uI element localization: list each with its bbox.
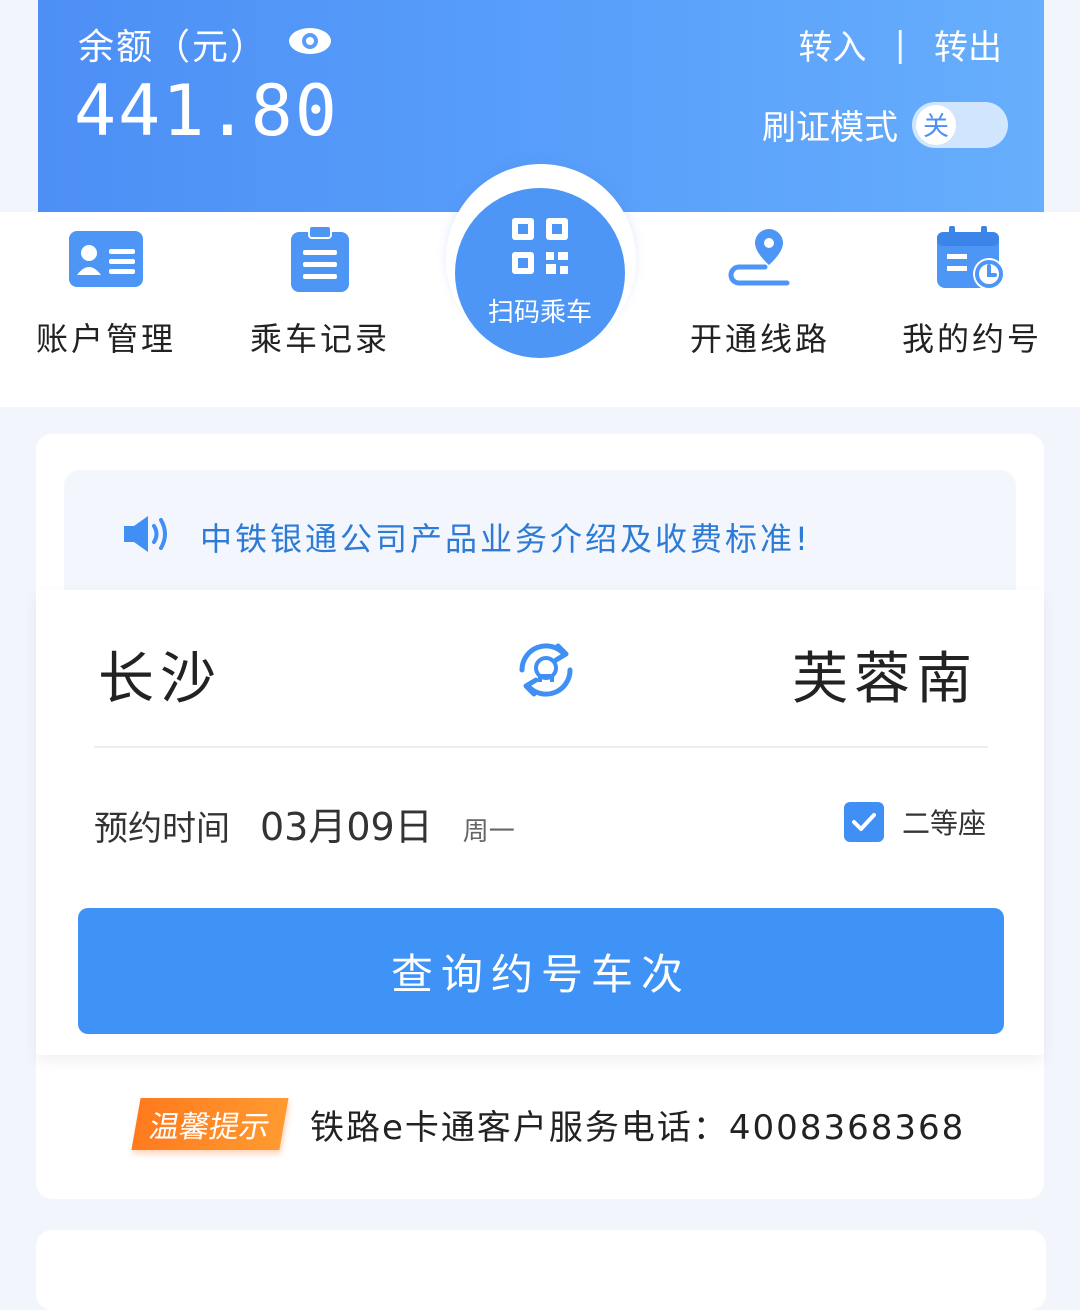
quick-ride-records[interactable]: 乘车记录	[220, 226, 420, 360]
reservation-date-row[interactable]: 预约时间 03月09日 周一	[94, 796, 515, 851]
link-separator: |	[894, 24, 906, 65]
tip-badge: 温馨提示	[131, 1098, 289, 1150]
divider	[94, 746, 988, 748]
reservation-date: 03月09日	[260, 805, 433, 849]
quick-account-management[interactable]: 账户管理	[6, 226, 206, 360]
id-scan-mode-toggle[interactable]: 关	[912, 101, 1008, 148]
qr-code-icon	[512, 218, 568, 274]
id-card-icon	[69, 231, 143, 287]
swap-stations-icon[interactable]	[510, 634, 582, 706]
tip-row: 温馨提示 铁路e卡通客户服务电话：4008368368	[131, 1098, 965, 1150]
transfer-in-link[interactable]: 转入	[799, 20, 867, 69]
route-panel: 长沙 芙蓉南 预约时间 03月09日 周一 二等座 查询约号车次	[36, 590, 1044, 1055]
quick-label: 开通线路	[689, 320, 830, 358]
check-icon[interactable]	[843, 802, 884, 842]
reservation-card: 中铁银通公司产品业务介绍及收费标准! 长沙 芙蓉南 预约时间 03月09日 周一…	[36, 434, 1044, 1199]
quick-label: 我的约号	[901, 320, 1042, 358]
toggle-knob: 关	[916, 104, 956, 145]
quick-label: 账户管理	[35, 320, 176, 358]
quick-open-routes[interactable]: 开通线路	[660, 226, 860, 360]
calendar-clock-icon	[937, 226, 1005, 290]
id-scan-mode-row: 刷证模式 关	[762, 100, 1008, 149]
service-hotline-text[interactable]: 铁路e卡通客户服务电话：4008368368	[310, 1100, 965, 1149]
balance-label: 余额（元）	[78, 27, 269, 68]
notice-text: 中铁银通公司产品业务介绍及收费标准!	[200, 520, 811, 558]
transfer-links: 转入 | 转出	[799, 20, 1002, 69]
query-trains-button[interactable]: 查询约号车次	[78, 908, 1004, 1034]
quick-label: 乘车记录	[249, 320, 390, 358]
seat-class-label: 二等座	[901, 807, 986, 840]
bottom-card	[36, 1230, 1046, 1310]
clipboard-icon	[291, 226, 349, 292]
id-scan-mode-label: 刷证模式	[762, 108, 898, 148]
balance-value: 441.80	[74, 70, 339, 152]
reservation-weekday: 周一	[462, 817, 515, 847]
reservation-time-label: 预约时间	[94, 809, 230, 849]
arrival-station[interactable]: 芙蓉南	[792, 634, 978, 715]
transfer-out-link[interactable]: 转出	[934, 20, 1002, 69]
speaker-icon	[124, 516, 167, 552]
eye-icon[interactable]	[288, 24, 332, 58]
scan-to-ride-button[interactable]: 扫码乘车	[455, 188, 625, 358]
scan-label: 扫码乘车	[487, 298, 592, 328]
departure-station[interactable]: 长沙	[98, 634, 222, 715]
seat-class-option[interactable]: 二等座	[843, 802, 986, 842]
route-pin-icon	[728, 229, 790, 286]
quick-my-reservations[interactable]: 我的约号	[872, 226, 1072, 360]
